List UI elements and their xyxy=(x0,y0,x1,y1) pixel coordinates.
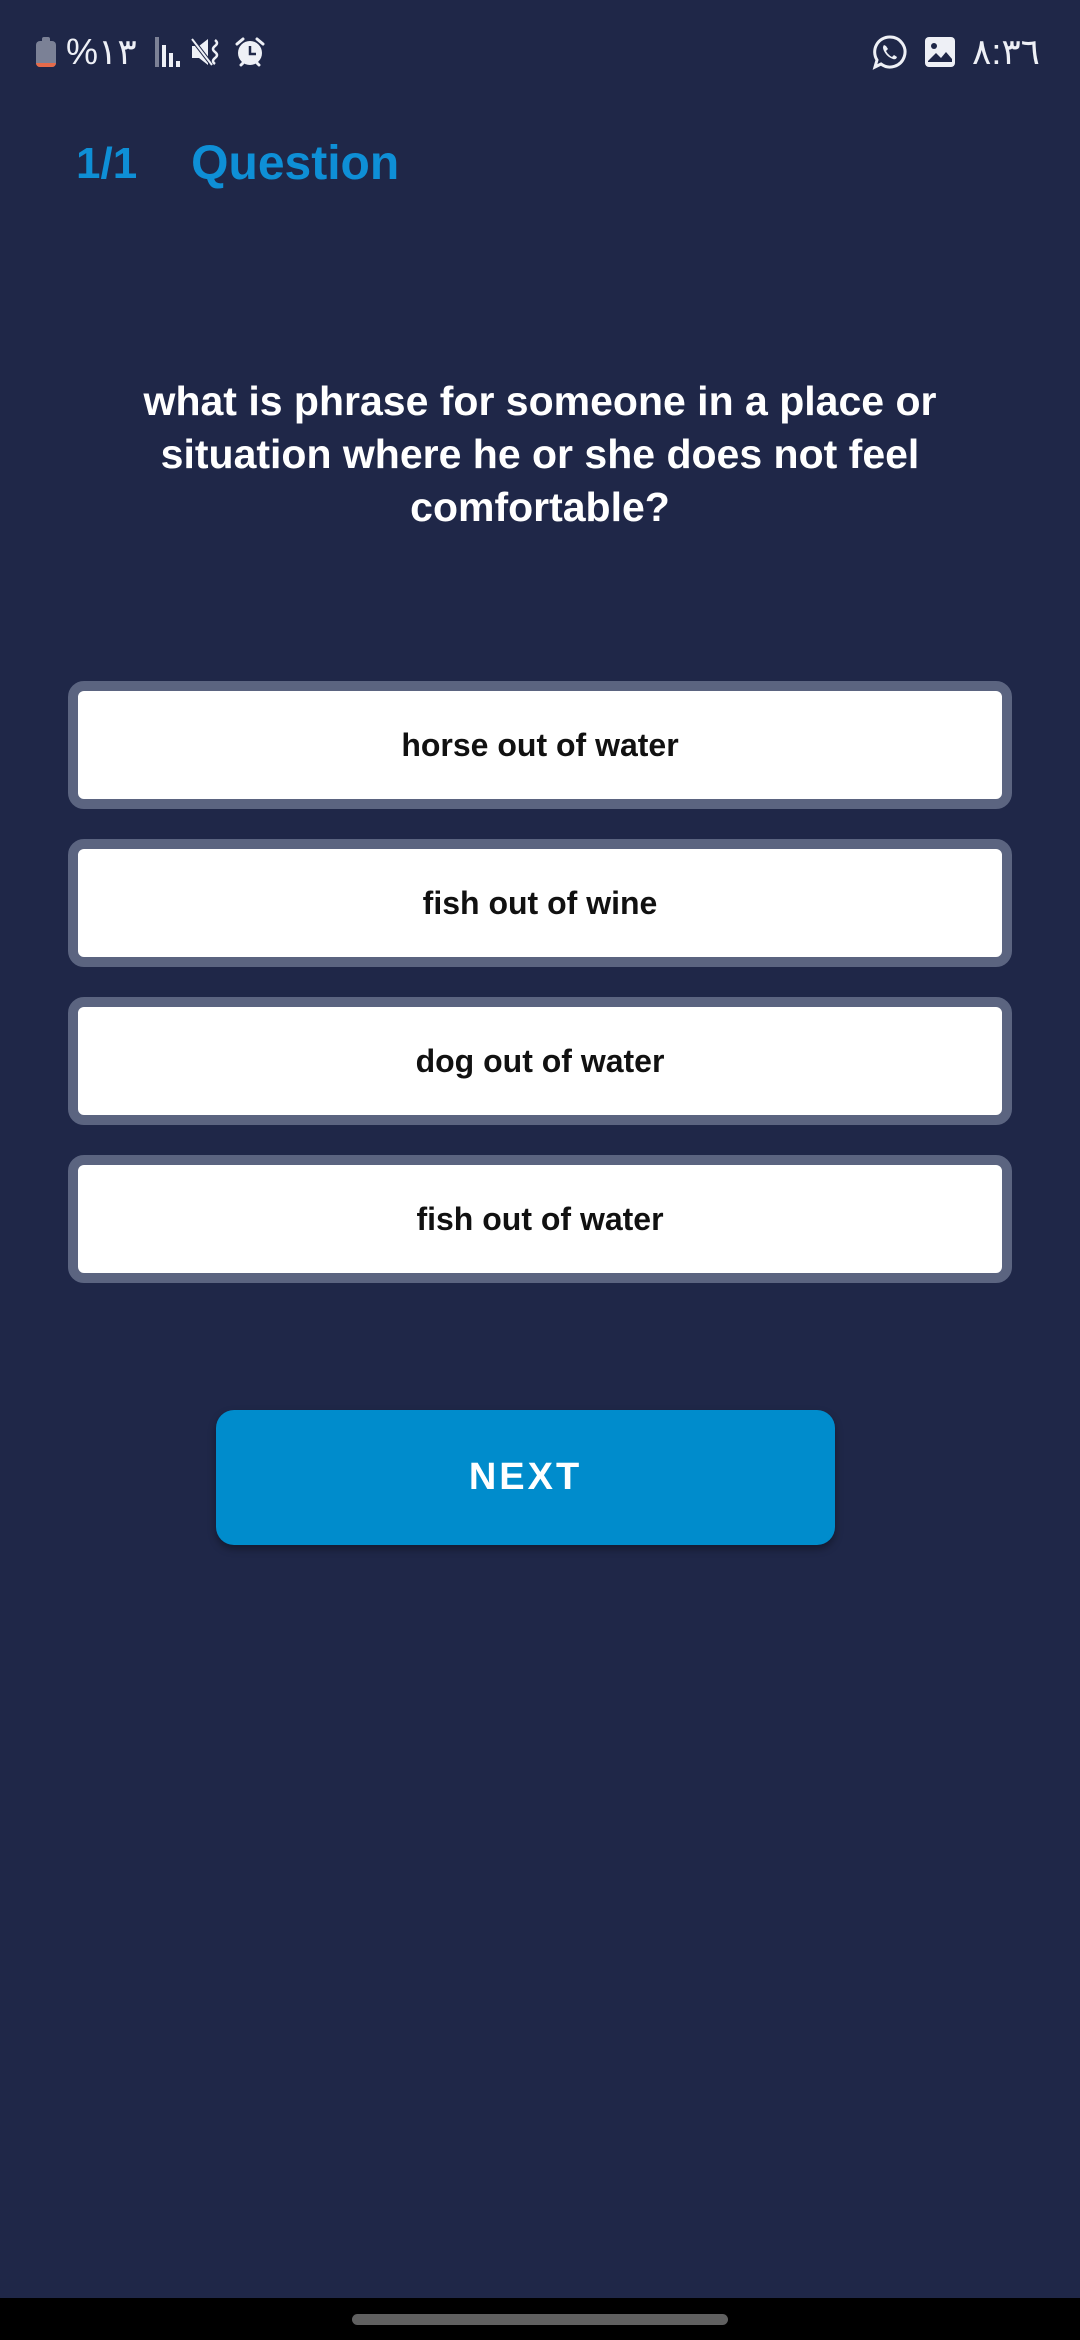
answer-list: horse out of water fish out of wine dog … xyxy=(68,681,1012,1313)
home-handle[interactable] xyxy=(352,2314,728,2325)
battery-percentage: %١٣ xyxy=(66,31,137,72)
alarm-icon xyxy=(234,36,266,68)
answer-option-2[interactable]: fish out of wine xyxy=(68,839,1012,967)
next-button[interactable]: NEXT xyxy=(216,1410,835,1545)
answer-option-4[interactable]: fish out of water xyxy=(68,1155,1012,1283)
answer-option-1[interactable]: horse out of water xyxy=(68,681,1012,809)
gallery-icon xyxy=(924,36,956,68)
mute-icon xyxy=(190,36,224,68)
question-counter: 1/1 xyxy=(76,138,138,188)
status-right: ٨:٣٦ xyxy=(872,30,1040,74)
battery-icon xyxy=(36,37,56,67)
question-text: what is phrase for someone in a place or… xyxy=(143,378,937,530)
status-bar: %١٣ ٨:٣٦ xyxy=(0,0,1080,100)
whatsapp-icon xyxy=(872,34,908,70)
signal-icon xyxy=(154,37,180,67)
status-left: %١٣ xyxy=(36,30,266,74)
answer-option-3[interactable]: dog out of water xyxy=(68,997,1012,1125)
navigation-bar xyxy=(0,2298,1080,2340)
page-title: Question xyxy=(191,137,400,190)
clock: ٨:٣٦ xyxy=(971,31,1040,72)
quiz-header: 1/1 Question xyxy=(76,136,399,191)
